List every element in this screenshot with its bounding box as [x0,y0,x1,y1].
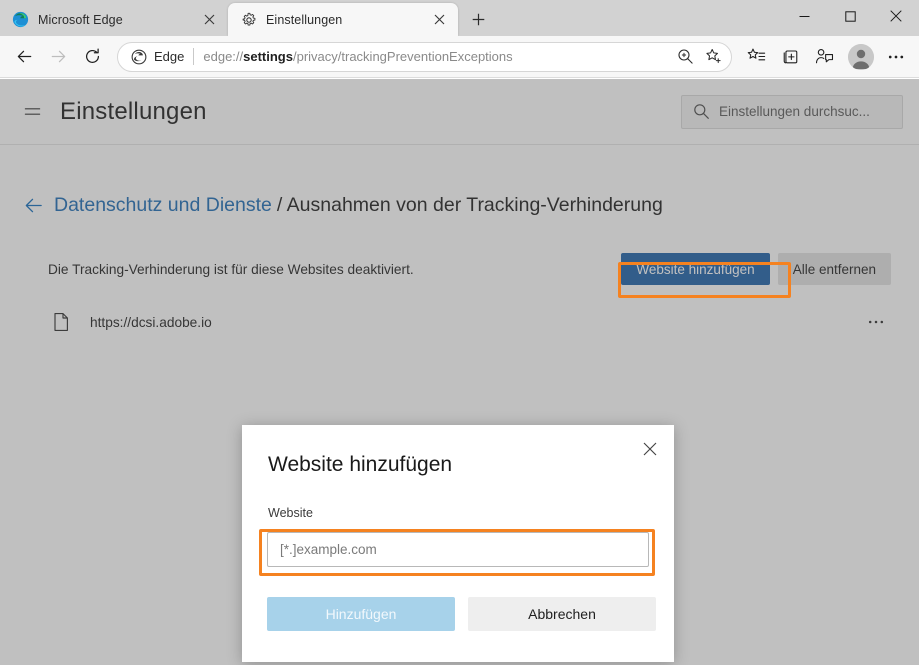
minimize-button[interactable] [781,0,827,32]
close-icon[interactable] [634,433,666,465]
back-icon[interactable] [7,40,41,74]
close-icon[interactable] [198,9,220,31]
omnibox-divider [193,48,195,65]
url-highlighted-segment: settings [243,49,293,64]
forward-icon [41,40,75,74]
tab-strip: Microsoft Edge Einstellungen [0,0,919,36]
add-favorite-icon[interactable] [699,43,727,71]
tab-title: Microsoft Edge [38,12,123,27]
url-suffix: /privacy/trackingPreventionExceptions [292,49,513,64]
address-bar[interactable]: Edge edge://settings/privacy/trackingPre… [117,41,732,72]
edge-logo-icon [130,48,148,66]
avatar[interactable] [848,43,874,70]
new-tab-button[interactable] [464,5,492,33]
dialog-cancel-button[interactable]: Abbrechen [468,597,656,631]
more-options-icon[interactable] [880,41,912,73]
website-input-placeholder: [*.]example.com [280,542,377,557]
maximize-button[interactable] [827,0,873,32]
window-controls [781,0,919,32]
close-icon[interactable] [428,9,450,31]
close-button[interactable] [873,0,919,32]
url-prefix: edge:// [203,49,244,64]
dialog-submit-button[interactable]: Hinzufügen [267,597,455,631]
dialog-actions: Hinzufügen Abbrechen [267,597,656,631]
favorites-icon[interactable] [740,41,772,73]
tab-microsoft-edge[interactable]: Microsoft Edge [0,3,228,36]
website-input[interactable]: [*.]example.com [267,532,649,567]
refresh-icon[interactable] [75,40,109,74]
edge-logo-icon [12,11,29,28]
zoom-icon[interactable] [671,43,699,71]
omnibox-brand-label: Edge [154,49,185,64]
gear-icon [240,11,257,28]
tab-title: Einstellungen [266,12,343,27]
share-feedback-icon[interactable] [808,41,840,73]
omnibox-url-text: edge://settings/privacy/trackingPreventi… [203,49,671,64]
tab-einstellungen[interactable]: Einstellungen [228,3,458,36]
collections-icon[interactable] [774,41,806,73]
dialog-title: Website hinzufügen [268,453,453,476]
browser-toolbar: Edge edge://settings/privacy/trackingPre… [0,36,919,78]
add-site-dialog: Website hinzufügen Website [*.]example.c… [242,425,674,662]
browser-window: Microsoft Edge Einstellungen Edge edge:/… [0,0,919,665]
website-field-label: Website [268,506,313,520]
